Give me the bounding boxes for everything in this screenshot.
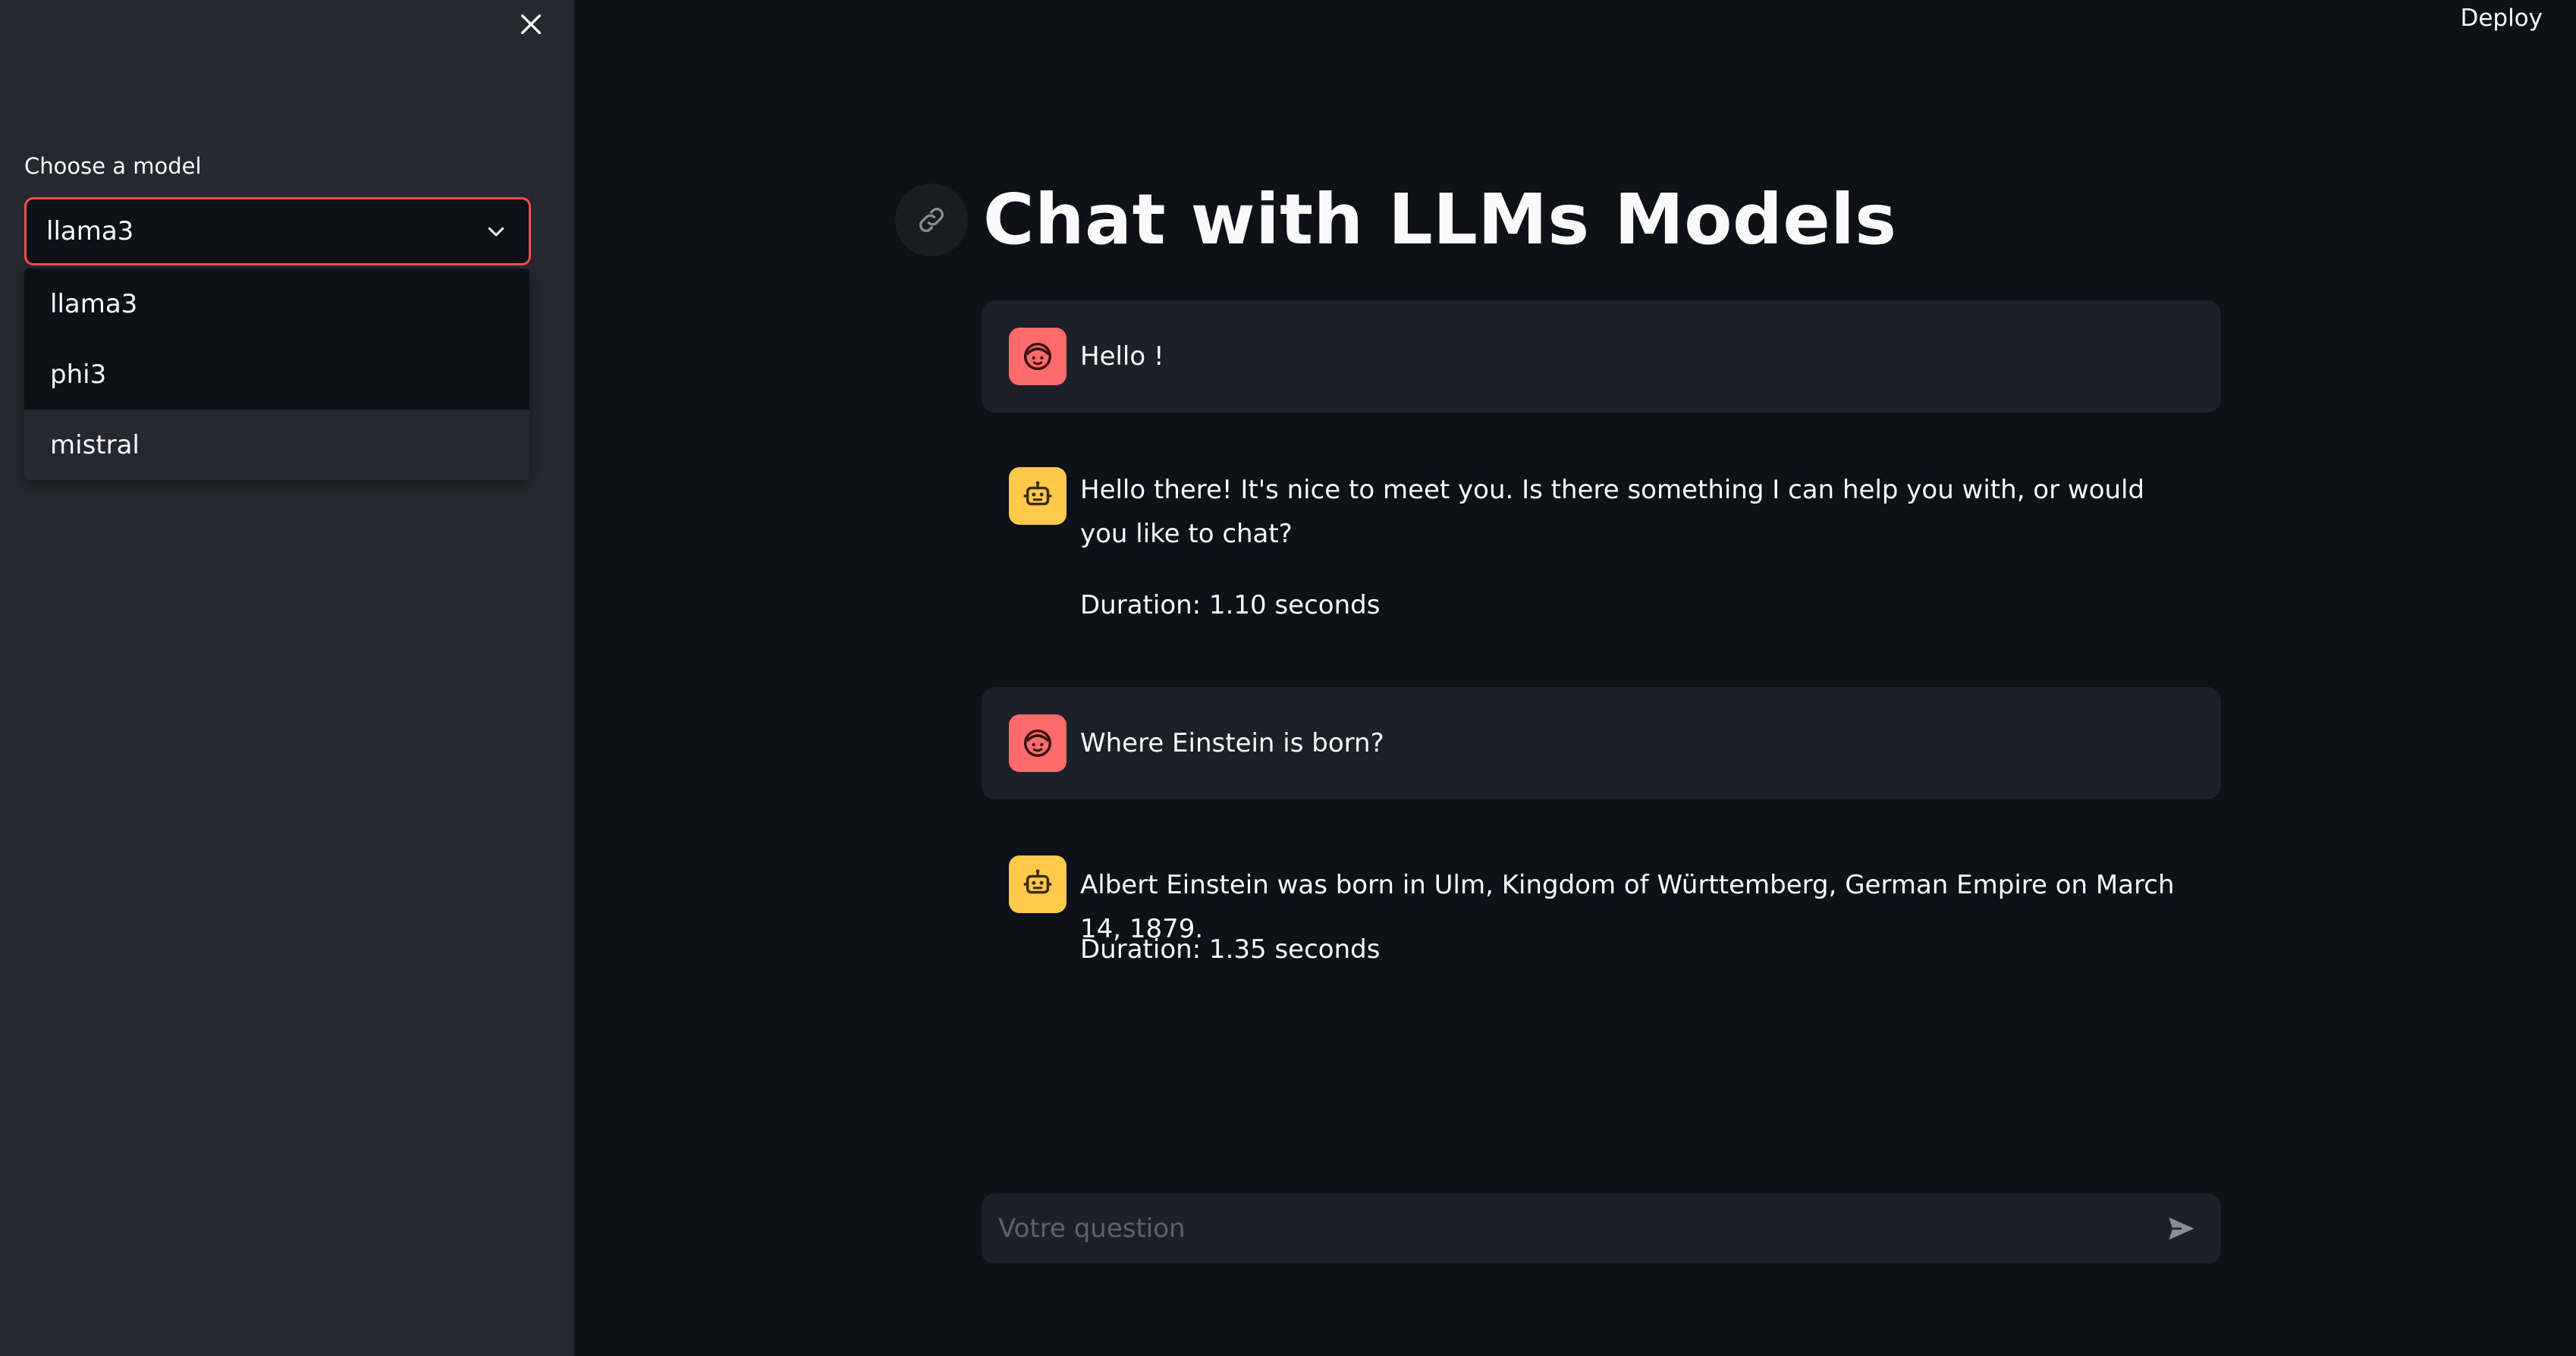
send-icon: [2169, 1217, 2194, 1240]
user-face-icon: [1023, 342, 1052, 371]
message-text: Hello there! It's nice to meet you. Is t…: [1080, 475, 2145, 549]
robot-icon: [1023, 481, 1052, 506]
chat-input[interactable]: [997, 1213, 2157, 1245]
chat-message-assistant: Albert Einstein was born in Ulm, Kingdom…: [982, 827, 2221, 986]
user-avatar: [1009, 328, 1067, 385]
user-face-icon: [1023, 729, 1052, 758]
duration-text: Duration: 1.10 seconds: [1080, 590, 1381, 620]
model-select-value: llama3: [46, 216, 134, 246]
chevron-down-icon: [483, 218, 509, 244]
sidebar: Choose a model llama3 llama3 phi3 mistra…: [0, 0, 574, 1356]
chat-message-user: Where Einstein is born?: [982, 687, 2221, 799]
model-option-mistral[interactable]: mistral: [24, 410, 529, 480]
link-icon: [919, 207, 944, 232]
duration-text: Duration: 1.35 seconds: [1080, 934, 1381, 965]
page-header: Chat with LLMs Models: [895, 179, 1897, 260]
title-anchor-link[interactable]: [895, 183, 968, 256]
deploy-button[interactable]: Deploy: [2460, 5, 2543, 32]
message-text: Where Einstein is born?: [1080, 728, 1384, 758]
chat-input-bar: [982, 1194, 2221, 1263]
send-button[interactable]: [2157, 1204, 2206, 1253]
close-sidebar-button[interactable]: [510, 3, 552, 46]
model-option-phi3[interactable]: phi3: [24, 339, 529, 410]
model-dropdown-menu: llama3 phi3 mistral: [24, 268, 529, 480]
robot-icon: [1023, 869, 1052, 894]
assistant-avatar: [1009, 467, 1067, 525]
model-select[interactable]: llama3: [24, 197, 531, 265]
close-icon: [520, 14, 542, 35]
model-option-llama3[interactable]: llama3: [24, 268, 529, 339]
assistant-avatar: [1009, 855, 1067, 913]
message-text: Hello !: [1080, 341, 1164, 372]
user-avatar: [1009, 714, 1067, 772]
model-select-label: Choose a model: [24, 153, 202, 179]
chat-message-assistant: Hello there! It's nice to meet you. Is t…: [982, 440, 2221, 645]
chat-message-user: Hello !: [982, 300, 2221, 413]
page-title: Chat with LLMs Models: [983, 179, 1897, 260]
